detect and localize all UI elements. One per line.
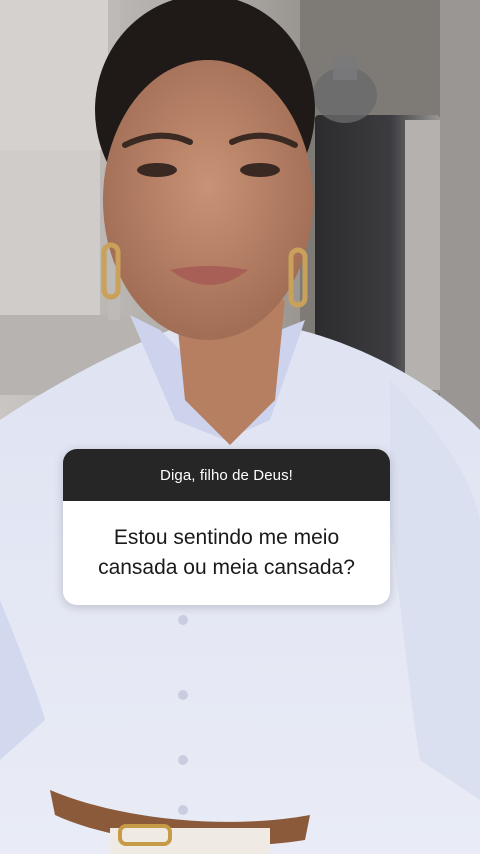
question-sticker-header: Diga, filho de Deus!	[63, 449, 390, 501]
question-sticker[interactable]: Diga, filho de Deus! Estou sentindo me m…	[63, 449, 390, 605]
story-video-frame	[0, 0, 480, 854]
question-answer: Estou sentindo me meio cansada ou meia c…	[98, 526, 355, 579]
story-background-illustration	[0, 0, 480, 854]
question-sticker-body: Estou sentindo me meio cansada ou meia c…	[63, 501, 390, 605]
question-prompt: Diga, filho de Deus!	[160, 466, 293, 484]
